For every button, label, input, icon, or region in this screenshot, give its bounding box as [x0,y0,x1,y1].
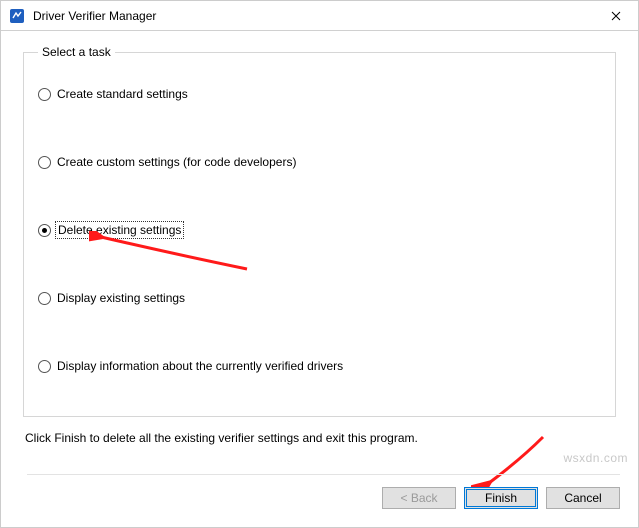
radio-icon [38,292,51,305]
group-legend: Select a task [38,45,115,59]
radio-display-existing[interactable]: Display existing settings [38,289,601,307]
radio-icon [38,360,51,373]
watermark: wsxdn.com [563,451,628,465]
radio-label: Create custom settings (for code develop… [57,155,296,169]
close-icon [611,11,621,21]
window-title: Driver Verifier Manager [33,9,596,23]
radio-label: Display information about the currently … [57,359,343,373]
radio-create-standard[interactable]: Create standard settings [38,85,601,103]
task-group: Select a task Create standard settings C… [23,45,616,417]
radio-display-info[interactable]: Display information about the currently … [38,357,601,375]
radio-label: Display existing settings [57,291,185,305]
radio-create-custom[interactable]: Create custom settings (for code develop… [38,153,601,171]
hint-text: Click Finish to delete all the existing … [25,431,616,445]
radio-label: Create standard settings [57,87,188,101]
cancel-button[interactable]: Cancel [546,487,620,509]
button-row: < Back Finish Cancel [27,474,620,509]
radio-label: Delete existing settings [57,223,182,237]
radio-icon [38,156,51,169]
radio-icon [38,88,51,101]
titlebar: Driver Verifier Manager [1,1,638,31]
client-area: Select a task Create standard settings C… [1,31,638,445]
app-icon [9,8,25,24]
radio-delete-existing[interactable]: Delete existing settings [38,221,601,239]
radio-icon [38,224,51,237]
finish-button[interactable]: Finish [464,487,538,509]
back-button: < Back [382,487,456,509]
close-button[interactable] [596,2,636,30]
